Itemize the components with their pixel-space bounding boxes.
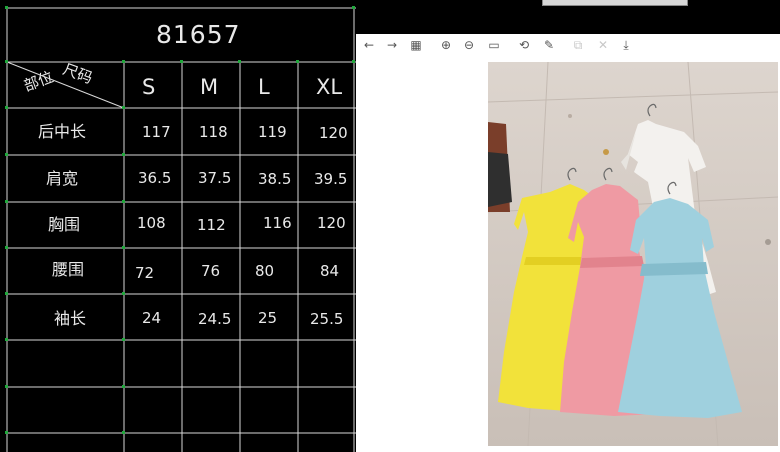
image-viewer: ← → ▦ ⊕ ⊖ ▭ ⟲ ✎ ⧉ ✕ ⤓ xyxy=(356,34,780,452)
row-label-shoulder: 肩宽 xyxy=(46,169,79,188)
table-cell: 116 xyxy=(263,214,292,232)
delete-icon[interactable]: ✕ xyxy=(596,38,610,52)
arrow-right-icon[interactable]: → xyxy=(385,38,399,52)
table-cell: 37.5 xyxy=(198,169,232,187)
window-title-strip[interactable] xyxy=(542,0,688,6)
table-cell: 108 xyxy=(137,214,166,232)
row-label-back-length: 后中长 xyxy=(38,122,87,141)
table-cell: 118 xyxy=(199,123,228,141)
rotate-icon[interactable]: ⟲ xyxy=(517,38,531,52)
table-cell: 24 xyxy=(142,309,162,327)
table-cell: 117 xyxy=(142,123,171,141)
table-cell: 112 xyxy=(197,216,226,234)
table-cell: 24.5 xyxy=(198,310,232,328)
table-cell: 72 xyxy=(135,264,155,282)
row-label-sleeve: 袖长 xyxy=(54,309,87,328)
table-cell: 25 xyxy=(258,309,278,327)
table-cell: 120 xyxy=(319,124,348,142)
size-header-m: M xyxy=(200,75,219,99)
size-header-l: L xyxy=(258,75,270,99)
size-chart-panel: 81657 尺码 部位 S M L XL 后中长 117 118 119 120… xyxy=(0,0,356,452)
table-cell: 76 xyxy=(201,262,221,280)
style-number: 81657 xyxy=(156,20,241,49)
table-cell: 36.5 xyxy=(138,169,172,187)
table-cell: 84 xyxy=(320,262,340,280)
arrow-left-icon[interactable]: ← xyxy=(362,38,376,52)
copy-icon[interactable]: ⧉ xyxy=(571,38,585,52)
grid-icon[interactable]: ▦ xyxy=(409,38,423,52)
table-cell: 39.5 xyxy=(314,170,348,188)
viewer-toolbar: ← → ▦ ⊕ ⊖ ▭ ⟲ ✎ ⧉ ✕ ⤓ xyxy=(356,34,780,58)
edit-icon[interactable]: ✎ xyxy=(542,38,556,52)
row-label-bust: 胸围 xyxy=(48,215,81,234)
zoom-in-icon[interactable]: ⊕ xyxy=(439,38,453,52)
table-cell: 25.5 xyxy=(310,310,344,328)
table-cell: 80 xyxy=(255,262,275,280)
row-label-waist: 腰围 xyxy=(52,260,85,279)
table-cell: 120 xyxy=(317,214,346,232)
zoom-out-icon[interactable]: ⊖ xyxy=(462,38,476,52)
size-header-xl: XL xyxy=(316,75,343,99)
product-photo xyxy=(488,62,778,446)
size-header-s: S xyxy=(142,75,156,99)
actual-size-icon[interactable]: ▭ xyxy=(487,38,501,52)
download-icon[interactable]: ⤓ xyxy=(619,38,633,52)
table-cell: 38.5 xyxy=(258,170,292,188)
table-cell: 119 xyxy=(258,123,287,141)
